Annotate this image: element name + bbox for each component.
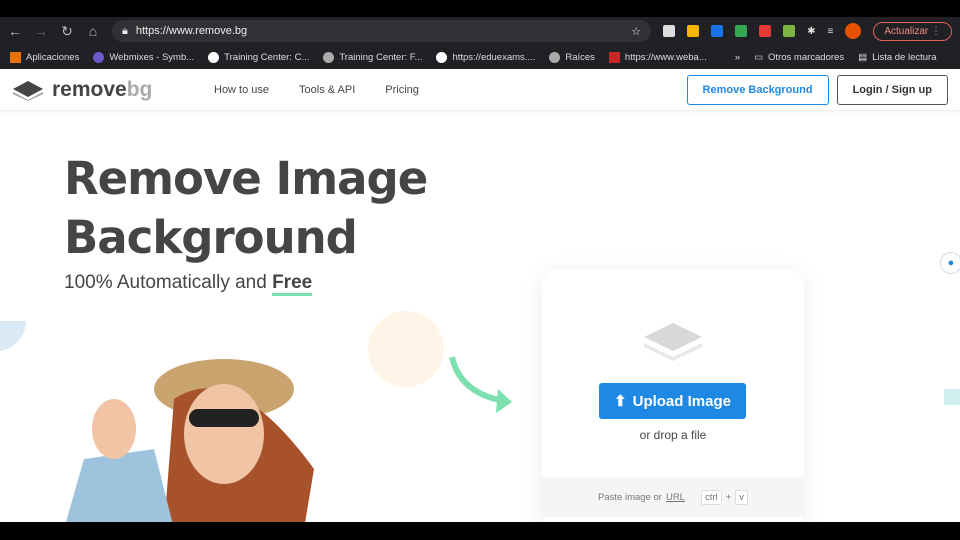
apps-icon <box>10 51 21 63</box>
avatar[interactable] <box>845 23 862 39</box>
update-label: Actualizar <box>884 25 929 37</box>
home-icon[interactable]: ⌂ <box>86 23 100 39</box>
paste-text: Paste image or <box>598 491 662 503</box>
nav-tools-api[interactable]: Tools & API <box>299 84 355 96</box>
bookmark[interactable]: Training Center: F... <box>323 51 423 63</box>
bookmark-label: Webmixes - Symb... <box>109 51 195 63</box>
favicon-icon <box>608 51 620 63</box>
other-bookmarks[interactable]: ▭ Otros marcadores <box>754 52 844 63</box>
folder-icon: ▭ <box>754 51 764 63</box>
lock-icon: 🔒︎ <box>122 24 128 37</box>
upload-icon: ⬆ <box>614 393 627 410</box>
bookmark[interactable]: Webmixes - Symb... <box>93 51 195 63</box>
logo-text: remove <box>52 77 127 101</box>
url-link[interactable]: URL <box>666 492 685 503</box>
globe-icon <box>549 51 561 63</box>
upload-label: Upload Image <box>632 392 731 410</box>
bookmark[interactable]: https://www.weba... <box>608 51 707 63</box>
logo-accent: bg <box>126 77 153 101</box>
drop-hint: or drop a file <box>639 428 707 442</box>
update-button[interactable]: Actualizar ⋮ <box>873 21 952 41</box>
extension-icon[interactable] <box>687 25 700 37</box>
bookmark-label: Otros marcadores <box>768 51 845 63</box>
microphone-icon[interactable]: ● <box>940 252 960 274</box>
bookmarks-overflow[interactable]: » <box>735 52 740 63</box>
web-page: removebg How to use Tools & API Pricing … <box>0 69 960 522</box>
url-text: https://www.remove.bg <box>135 25 248 37</box>
subtitle-text: 100% Automatically and <box>64 272 267 293</box>
decor-shape <box>944 389 960 405</box>
layers-icon <box>644 323 702 361</box>
google-icon <box>208 51 220 63</box>
bookmark-apps[interactable]: Aplicaciones <box>10 51 80 63</box>
puzzle-icon[interactable]: ✱ <box>807 26 815 37</box>
subtitle: 100% Automatically and Free <box>64 272 313 296</box>
nav-pricing[interactable]: Pricing <box>385 84 419 96</box>
reload-icon[interactable]: ↻ <box>60 23 74 40</box>
decor-shape <box>0 321 26 351</box>
nav-how-to-use[interactable]: How to use <box>214 84 269 96</box>
forward-icon[interactable]: → <box>34 23 48 39</box>
extension-icon[interactable] <box>759 25 772 37</box>
title-line: Remove Image <box>64 152 428 205</box>
arrow-icon <box>449 356 512 413</box>
bookmark[interactable]: https://eduexams.... <box>436 51 536 63</box>
browser-chrome: ← → ↻ ⌂ 🔒︎ https://www.remove.bg ☆ ✱ ≡ A… <box>0 17 960 69</box>
extension-icon[interactable] <box>711 25 724 37</box>
title-line: Background <box>64 211 358 264</box>
decor-circle <box>368 311 444 387</box>
woman-photo <box>66 359 314 522</box>
bookmark[interactable]: Training Center: C... <box>208 51 310 63</box>
google-icon <box>436 51 448 63</box>
bookmark-label: Lista de lectura <box>872 51 937 63</box>
reading-list[interactable]: ▤ Lista de lectura <box>858 52 936 63</box>
globe-icon <box>323 51 335 63</box>
bookmark-label: Raíces <box>565 51 595 63</box>
bookmark-label: https://www.weba... <box>624 51 707 63</box>
upload-image-button[interactable]: ⬆ Upload Image <box>599 383 746 419</box>
bookmark-label: Training Center: F... <box>339 51 423 63</box>
back-icon[interactable]: ← <box>8 23 22 39</box>
upload-card[interactable]: ⬆ Upload Image or drop a file Paste image… <box>542 269 804 522</box>
bookmark-label: https://eduexams.... <box>452 51 536 63</box>
plus-sign: + <box>725 491 732 503</box>
extension-icon[interactable] <box>735 25 748 37</box>
bookmark-label: Training Center: C... <box>224 51 310 63</box>
reading-list-icon[interactable]: ≡ <box>827 26 833 37</box>
site-header: removebg How to use Tools & API Pricing … <box>0 69 960 111</box>
paste-hint: Paste image or URL ctrl + v <box>542 477 804 517</box>
address-bar[interactable]: 🔒︎ https://www.remove.bg ☆ <box>112 20 652 42</box>
extension-icon[interactable] <box>783 25 796 37</box>
extension-icon[interactable] <box>663 25 676 37</box>
page-title: Remove Image Background <box>64 149 428 267</box>
favicon-icon <box>93 51 105 63</box>
logo-icon <box>13 80 43 101</box>
star-icon[interactable]: ☆ <box>631 25 641 38</box>
ctrl-key: ctrl <box>700 489 722 505</box>
bookmark-label: Aplicaciones <box>26 51 80 63</box>
list-icon: ▤ <box>858 51 868 63</box>
subtitle-free: Free <box>272 272 313 296</box>
bookmark[interactable]: Raíces <box>549 51 595 63</box>
logo[interactable]: removebg <box>12 78 202 102</box>
login-signup-button[interactable]: Login / Sign up <box>836 74 948 105</box>
remove-background-button[interactable]: Remove Background <box>686 74 829 105</box>
v-key: v <box>735 489 748 505</box>
